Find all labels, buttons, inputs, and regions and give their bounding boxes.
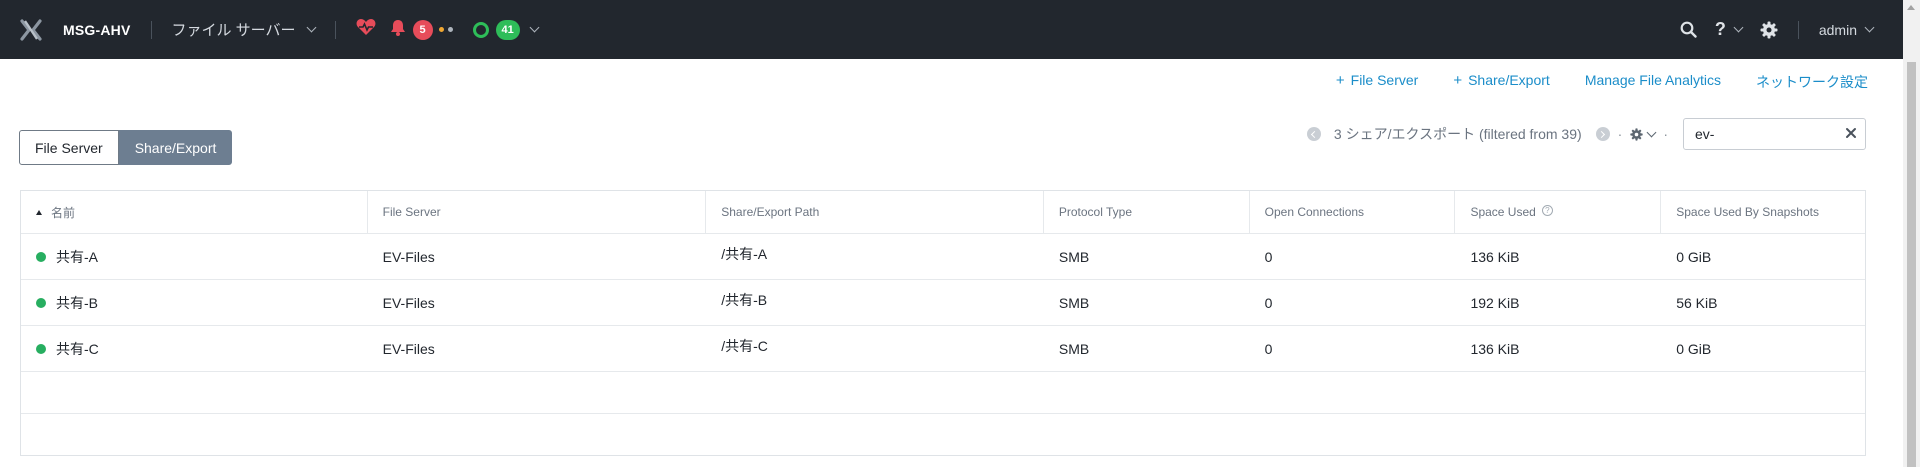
shares-table: 名前 File Server Share/Export Path Protoco…	[20, 190, 1866, 456]
divider	[150, 20, 152, 39]
search-input[interactable]	[1695, 126, 1835, 142]
column-header-space-used[interactable]: Space Used ?	[1455, 191, 1662, 233]
divider	[334, 20, 336, 39]
chevron-down-icon[interactable]	[529, 22, 540, 33]
chevron-down-icon	[306, 22, 316, 33]
snapshots-cell: 0 GiB	[1676, 248, 1712, 265]
file-server-cell: EV-Files	[382, 340, 435, 357]
space-used-cell: 192 KiB	[1470, 294, 1520, 311]
column-header-path[interactable]: Share/Export Path	[706, 191, 1044, 233]
manage-file-analytics-link[interactable]: Manage File Analytics	[1585, 72, 1721, 92]
file-server-cell: EV-Files	[382, 248, 435, 265]
column-header-snapshots[interactable]: Space Used By Snapshots	[1661, 191, 1865, 233]
status-ok-icon	[36, 297, 46, 308]
tasks-ring-icon[interactable]	[472, 21, 489, 38]
page-menu-dropdown[interactable]: ファイル サーバー	[171, 19, 316, 40]
next-page-button[interactable]	[1595, 127, 1610, 141]
topbar-right-controls: ? admin	[1662, 0, 1875, 59]
connections-cell: 0	[1264, 294, 1273, 311]
user-name: admin	[1818, 21, 1857, 38]
top-navigation-bar: MSG-AHV ファイル サーバー 5 41 ? admin	[0, 0, 1903, 59]
connections-cell: 0	[1264, 248, 1273, 265]
share-name-cell: 共有-A	[21, 234, 368, 279]
clear-search-icon[interactable]	[1845, 126, 1857, 144]
space-used-cell: 136 KiB	[1470, 340, 1520, 357]
pagination-bar: 3 シェア/エクスポート (filtered from 39) · ·	[1306, 124, 1676, 144]
view-toggle: File Server Share/Export	[19, 130, 233, 165]
help-icon[interactable]: ?	[1541, 205, 1553, 216]
help-icon: ?	[1714, 19, 1726, 39]
add-share-export-link[interactable]: Share/Export	[1453, 72, 1550, 92]
page-menu-label: ファイル サーバー	[171, 22, 296, 39]
page-scrollbar[interactable]	[1903, 0, 1920, 467]
column-header-connections[interactable]: Open Connections	[1250, 191, 1456, 233]
alerts-bell-icon[interactable]	[390, 19, 406, 41]
action-links: File Server Share/Export Manage File Ana…	[1301, 72, 1868, 92]
path-text: /共有-B	[721, 291, 768, 308]
path-text: /共有-C	[721, 337, 768, 354]
column-header-protocol[interactable]: Protocol Type	[1044, 191, 1250, 233]
previous-page-button[interactable]	[1306, 127, 1321, 141]
path-text: /共有-A	[721, 245, 768, 262]
column-header-label: Space Used	[1470, 205, 1536, 219]
chevron-down-icon	[1864, 22, 1875, 33]
protocol-cell: SMB	[1058, 248, 1090, 265]
space-used-cell: 136 KiB	[1470, 248, 1520, 265]
share-name-cell: 共有-C	[21, 326, 368, 371]
info-dot-icon	[447, 27, 453, 32]
chevron-down-icon	[1646, 127, 1657, 137]
connections-cell: 0	[1264, 340, 1273, 357]
divider	[1797, 20, 1799, 39]
table-header-row: 名前 File Server Share/Export Path Protoco…	[21, 191, 1865, 234]
table-row[interactable]: 共有-C EV-Files /共有-C SMB 0 136 KiB 0 GiB	[21, 326, 1865, 372]
alerts-count-badge[interactable]: 5	[412, 19, 433, 40]
sort-ascending-icon	[36, 209, 42, 215]
warning-dot-icon	[438, 27, 444, 32]
share-export-tab[interactable]: Share/Export	[118, 130, 233, 165]
path-cell: /共有-B	[706, 280, 1044, 325]
table-settings-menu[interactable]	[1630, 127, 1657, 141]
protocol-cell: SMB	[1058, 340, 1090, 357]
settings-gear-icon[interactable]	[1760, 21, 1778, 39]
path-cell: /共有-A	[706, 234, 1044, 279]
nutanix-logo-icon[interactable]	[19, 18, 43, 42]
table-row[interactable]: 共有-A EV-Files /共有-A SMB 0 136 KiB 0 GiB	[21, 234, 1865, 280]
search-icon[interactable]	[1680, 21, 1697, 38]
protocol-cell: SMB	[1058, 294, 1090, 311]
tasks-count-badge[interactable]: 41	[495, 19, 520, 40]
result-count: 3 シェア/エクスポート (filtered from 39)	[1333, 126, 1582, 142]
separator: ·	[1663, 126, 1668, 142]
table-settings-gear-icon	[1630, 127, 1643, 141]
path-cell: /共有-C	[706, 326, 1044, 371]
file-server-cell: EV-Files	[382, 294, 435, 311]
scrollbar-thumb[interactable]	[1907, 62, 1916, 467]
cluster-name[interactable]: MSG-AHV	[63, 22, 131, 38]
column-header-file-server[interactable]: File Server	[368, 191, 707, 233]
network-settings-link[interactable]: ネットワーク設定	[1756, 72, 1868, 92]
status-ok-icon	[36, 251, 46, 262]
user-menu[interactable]: admin	[1818, 21, 1875, 38]
chevron-down-icon	[1733, 22, 1744, 33]
table-row[interactable]: 共有-B EV-Files /共有-B SMB 0 192 KiB 56 KiB	[21, 280, 1865, 326]
scroll-up-arrow-icon[interactable]	[1907, 5, 1915, 10]
health-heart-icon[interactable]	[356, 18, 376, 41]
separator: ·	[1617, 126, 1623, 142]
snapshots-cell: 56 KiB	[1676, 294, 1718, 311]
status-ok-icon	[36, 343, 46, 354]
column-header-label: 名前	[51, 205, 76, 220]
empty-table-row	[21, 372, 1865, 414]
share-name[interactable]: 共有-A	[56, 247, 98, 267]
column-header-name[interactable]: 名前	[21, 191, 368, 233]
share-name[interactable]: 共有-B	[56, 293, 98, 313]
share-name[interactable]: 共有-C	[56, 339, 99, 359]
add-file-server-link[interactable]: File Server	[1336, 72, 1419, 92]
snapshots-cell: 0 GiB	[1676, 340, 1712, 357]
file-server-tab[interactable]: File Server	[19, 130, 119, 165]
help-menu[interactable]: ?	[1714, 19, 1744, 40]
share-name-cell: 共有-B	[21, 280, 368, 325]
search-box	[1683, 118, 1866, 150]
